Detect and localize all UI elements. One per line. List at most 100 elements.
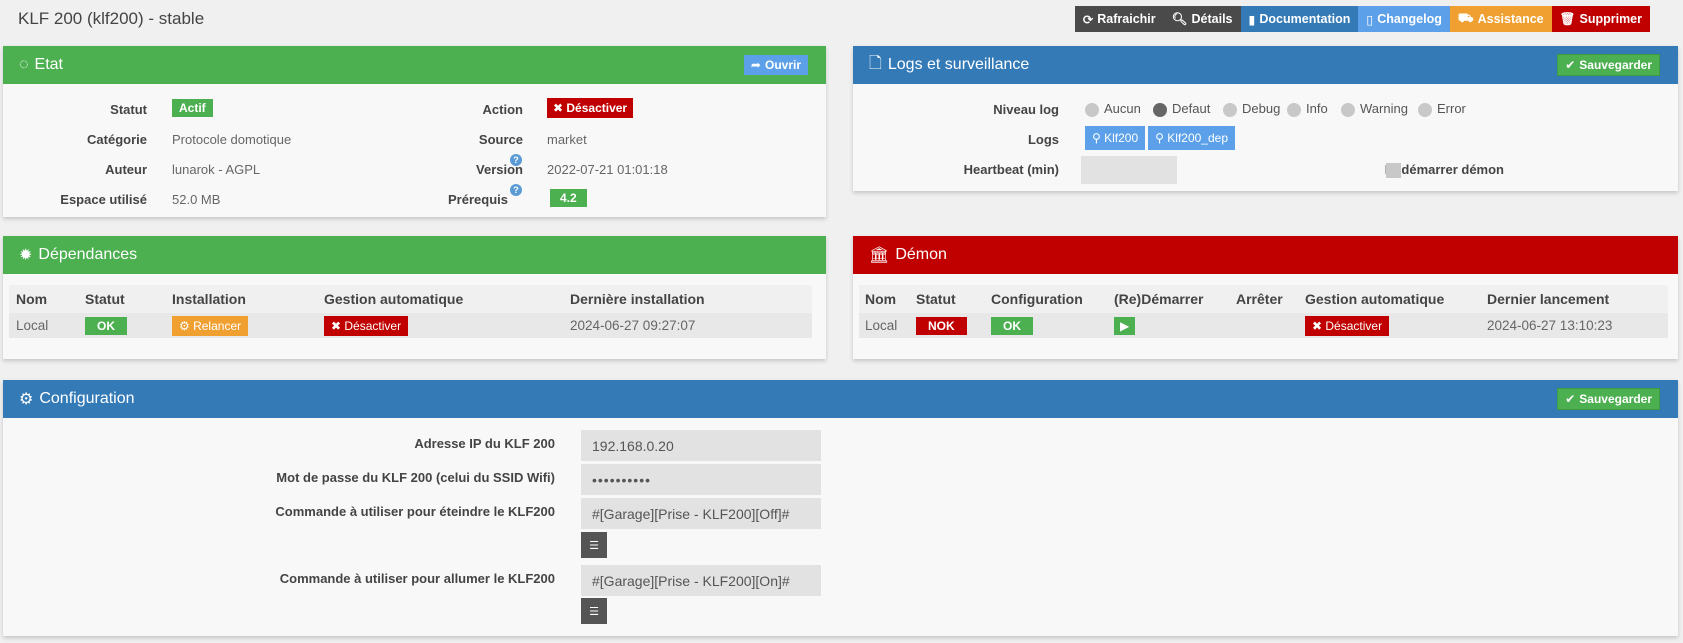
demon-title: Démon: [895, 246, 947, 263]
ip-label: Adresse IP du KLF 200: [414, 436, 555, 451]
refresh-button[interactable]: ⟳ Rafraichir: [1074, 6, 1164, 32]
radio-label: Info: [1306, 101, 1328, 116]
relaunch-button[interactable]: ⚙ Relancer: [172, 315, 249, 336]
log-button-label: Klf200_dep: [1167, 131, 1229, 145]
col-header: Installation: [172, 285, 324, 313]
play-button[interactable]: ▶: [1114, 316, 1136, 335]
restart-daemon-checkbox[interactable]: [1386, 163, 1401, 178]
file-icon: ▯: [1366, 12, 1374, 27]
categorie-value: Protocole domotique: [172, 132, 292, 147]
etat-panel: ◌ Etat ➦ Ouvrir Statut Actif Catégorie P…: [3, 46, 826, 217]
prerequis-badge: 4.2: [550, 189, 587, 207]
dep-deactivate-label: Désactiver: [344, 318, 402, 333]
delete-button[interactable]: 🗑︎ Supprimer: [1551, 6, 1650, 32]
play-icon: ▶: [1120, 318, 1130, 333]
deps-title: Dépendances: [38, 246, 138, 263]
open-button[interactable]: ➦ Ouvrir: [743, 55, 808, 75]
top-actions-bar: ⟳ Rafraichir 🔍︎ Détails ▮ Documentation …: [1074, 6, 1650, 32]
col-header: Dernière installation: [570, 285, 812, 313]
dep-status-badge: OK: [85, 316, 127, 335]
log-level-radios: Aucun Defaut Debug Info Warning Error: [1085, 101, 1478, 117]
demon-status-badge: NOK: [916, 316, 967, 335]
deactivate-label: Désactiver: [566, 101, 628, 115]
list-icon: ☰: [589, 539, 599, 552]
password-input[interactable]: ••••••••••: [581, 464, 821, 495]
col-header: Statut: [916, 285, 991, 313]
version-value: 2022-07-21 01:01:18: [547, 162, 668, 177]
logs-save-button[interactable]: ✔ Sauvegarder: [1557, 54, 1660, 76]
list-icon: ☰: [589, 605, 599, 618]
log-klf200-button[interactable]: ⚲ Klf200: [1085, 126, 1146, 150]
demon-panel: 🏛︎ Démon Nom Statut Configuration (Re)Dé…: [853, 236, 1678, 359]
config-save-button[interactable]: ✔ Sauvegarder: [1557, 388, 1660, 410]
table-header-row: Nom Statut Installation Gestion automati…: [9, 285, 812, 313]
heartbeat-input[interactable]: [1081, 156, 1177, 184]
refresh-icon: ⟳: [1082, 12, 1094, 27]
on-command-input[interactable]: #[Garage][Prise - KLF200][On]#: [581, 565, 821, 596]
radio-circle: [1153, 102, 1167, 117]
circle-notch-icon: ◌: [19, 56, 29, 73]
changelog-button[interactable]: ▯ Changelog: [1358, 6, 1450, 32]
refresh-label: Rafraichir: [1097, 12, 1156, 26]
dependances-panel: ✹ Dépendances Nom Statut Installation Ge…: [3, 236, 826, 359]
radio-warning[interactable]: Warning: [1341, 101, 1418, 117]
assistance-button[interactable]: ⛟ Assistance: [1449, 6, 1552, 32]
demon-panel-header: 🏛︎ Démon: [853, 236, 1678, 274]
certificate-icon: ✹: [19, 247, 33, 264]
changelog-label: Changelog: [1377, 12, 1442, 26]
ip-input[interactable]: 192.168.0.20: [581, 430, 821, 461]
details-button[interactable]: 🔍︎ Détails: [1163, 6, 1241, 32]
espace-value: 52.0 MB: [172, 192, 221, 207]
log-klf200-dep-button[interactable]: ⚲ Klf200_dep: [1148, 126, 1236, 150]
deps-table: Nom Statut Installation Gestion automati…: [9, 285, 812, 338]
off-command-input[interactable]: #[Garage][Prise - KLF200][Off]#: [581, 498, 821, 529]
radio-label: Aucun: [1104, 101, 1141, 116]
truck-icon: ⛟: [1457, 11, 1474, 25]
col-header: (Re)Démarrer: [1114, 285, 1236, 313]
logs-panel: 🗋︎ Logs et surveillance ✔ Sauvegarder Ni…: [853, 46, 1678, 191]
delete-label: Supprimer: [1579, 12, 1642, 26]
page-title: KLF 200 (klf200) - stable: [18, 9, 205, 28]
col-header: Dernier lancement: [1487, 285, 1668, 313]
demon-deactivate-label: Désactiver: [1325, 318, 1383, 333]
on-command-select-button[interactable]: ☰: [581, 598, 607, 624]
col-header: Gestion automatique: [324, 285, 570, 313]
documentation-button[interactable]: ▮ Documentation: [1240, 6, 1359, 32]
statut-label: Statut: [110, 102, 147, 117]
auteur-value: lunarok - AGPL: [172, 162, 261, 177]
radio-debug[interactable]: Debug: [1223, 101, 1287, 117]
radio-circle: [1418, 102, 1432, 117]
open-label: Ouvrir: [764, 58, 801, 72]
col-header: Gestion automatique: [1305, 285, 1487, 313]
categorie-label: Catégorie: [87, 132, 147, 147]
demon-last-launch: 2024-06-27 13:10:23: [1487, 313, 1668, 338]
help-icon[interactable]: ?: [510, 184, 522, 196]
statut-badge: Actif: [172, 99, 213, 117]
col-header: Arrêter: [1236, 285, 1305, 313]
demon-deactivate-button[interactable]: ✖ Désactiver: [1305, 315, 1390, 336]
radio-label: Error: [1437, 101, 1466, 116]
heartbeat-label: Heartbeat (min): [963, 162, 1059, 177]
configuration-panel: ⚙ Configuration ✔ Sauvegarder Adresse IP…: [3, 380, 1678, 636]
deactivate-button[interactable]: ✖ Désactiver: [547, 98, 634, 118]
logs-title: Logs et surveillance: [887, 56, 1030, 73]
col-header: Nom: [859, 285, 916, 313]
version-label: Version: [403, 162, 523, 177]
dep-last-install: 2024-06-27 09:27:07: [570, 313, 812, 338]
check-circle-icon: ✔: [1565, 58, 1576, 72]
help-icon[interactable]: ?: [510, 154, 522, 166]
log-button-label: Klf200: [1104, 131, 1139, 145]
deps-panel-header: ✹ Dépendances: [3, 236, 826, 274]
dep-deactivate-button[interactable]: ✖ Désactiver: [324, 315, 409, 336]
radio-defaut[interactable]: Defaut: [1153, 101, 1223, 117]
radio-circle: [1341, 102, 1355, 117]
col-header: Configuration: [991, 285, 1114, 313]
radio-aucun[interactable]: Aucun: [1085, 101, 1153, 117]
off-command-select-button[interactable]: ☰: [581, 532, 607, 558]
table-row: Local OK ⚙ Relancer ✖ Désactiver 2024-06…: [9, 313, 812, 338]
source-label: Source: [478, 132, 523, 147]
radio-info[interactable]: Info: [1287, 101, 1341, 117]
radio-error[interactable]: Error: [1418, 101, 1478, 117]
share-icon: ➦: [750, 58, 761, 72]
trash-icon: 🗑︎: [1559, 11, 1576, 26]
